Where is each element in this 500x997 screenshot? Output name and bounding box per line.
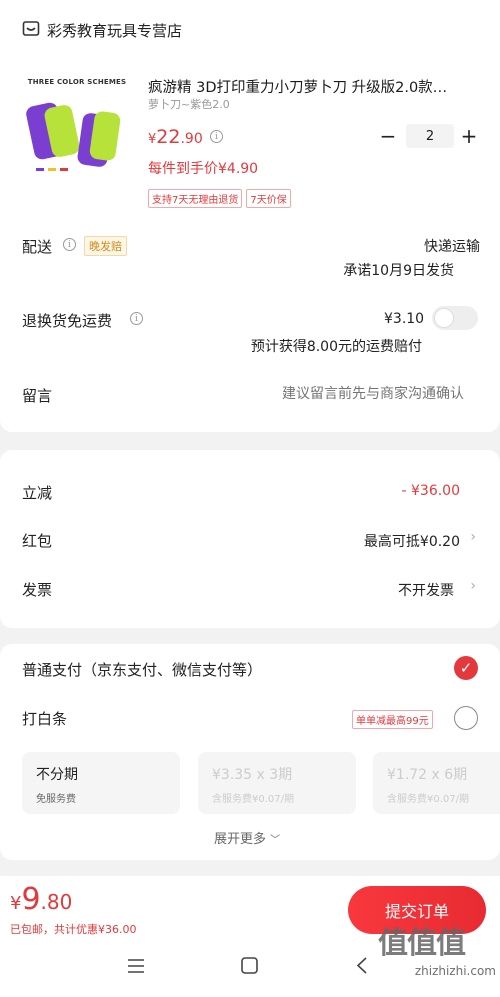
return-shipping-price: ¥3.10 <box>384 311 425 327</box>
product-image[interactable]: THREE COLOR SCHEMES <box>22 72 132 182</box>
expand-more-label: 展开更多 <box>214 832 267 847</box>
quantity-decrease-button[interactable]: − <box>378 124 398 148</box>
service-tag: 支持7天无理由退货 <box>148 189 243 208</box>
installment-sub: 含服务费¥0.07/期 <box>387 794 469 805</box>
normal-payment-label[interactable]: 普通支付（京东支付、微信支付等） <box>22 659 262 680</box>
installment-main: ¥3.35 x 3期 <box>212 767 293 783</box>
watermark-url: zhizhizhi.com <box>414 964 496 978</box>
store-icon <box>22 20 40 38</box>
discount-card: 立减 - ¥36.00 红包 最高可抵¥0.20 › 发票 不开发票 › <box>0 450 500 628</box>
return-shipping-note: 预计获得8.00元的运费赔付 <box>250 339 422 355</box>
checkout-bar: ¥9.80 已包邮，共计优惠¥36.00 提交订单 值值值 zhizhizhi.… <box>0 876 500 997</box>
home-icon[interactable] <box>241 957 258 974</box>
expand-more-button[interactable]: 展开更多 ﹀ <box>214 828 280 847</box>
back-icon[interactable] <box>356 957 368 974</box>
installment-sub: 免服务费 <box>36 794 76 805</box>
unit-price: 每件到手价¥4.90 <box>148 161 259 177</box>
toggle-knob <box>434 308 454 328</box>
delivery-info-icon[interactable]: i <box>63 238 76 251</box>
store-name[interactable]: 彩秀教育玩具专营店 <box>47 20 182 41</box>
redpacket-label: 红包 <box>22 532 53 550</box>
baitiao-label[interactable]: 打白条 <box>22 708 67 729</box>
instant-discount-label: 立减 <box>22 484 53 502</box>
product-title[interactable]: 疯游精 3D打印重力小刀萝卜刀 升级版2.0款… <box>148 76 483 97</box>
invoice-label: 发票 <box>22 581 53 599</box>
delivery-label: 配送 <box>22 238 53 256</box>
quantity-increase-button[interactable]: + <box>459 124 479 148</box>
product-price: ¥22.90 <box>148 126 203 148</box>
redpacket-value[interactable]: 最高可抵¥0.20 <box>364 531 460 551</box>
delivery-method[interactable]: 快递运输 <box>424 236 480 256</box>
installment-option-6[interactable]: ¥1.72 x 6期 含服务费¥0.07/期 <box>373 752 500 814</box>
baitiao-radio[interactable] <box>454 706 478 730</box>
total-summary: 已包邮，共计优惠¥36.00 <box>10 923 137 936</box>
baitiao-promo-badge: 单单减最高99元 <box>352 710 433 729</box>
message-input[interactable] <box>200 381 464 407</box>
return-shipping-info-icon[interactable]: i <box>130 312 143 325</box>
delivery-promise: 承诺10月9日发货 <box>343 263 454 279</box>
product-spec[interactable]: 萝卜刀~紫色2.0 <box>148 96 230 112</box>
service-tag: 7天价保 <box>246 189 291 208</box>
invoice-value[interactable]: 不开发票 <box>398 580 454 600</box>
watermark-logo: 值值值 zhizhizhi.com <box>378 918 496 993</box>
installment-option-3[interactable]: ¥3.35 x 3期 含服务费¥0.07/期 <box>198 752 356 814</box>
product-image-caption: THREE COLOR SCHEMES <box>27 78 127 86</box>
late-compensation-badge: 晚发赔 <box>84 236 127 256</box>
service-tags: 支持7天无理由退货 7天价保 <box>148 189 291 208</box>
return-shipping-label: 退换货免运费 <box>22 312 113 330</box>
installment-main: 不分期 <box>36 767 78 783</box>
price-info-icon[interactable]: i <box>210 130 223 143</box>
chevron-down-icon: ﹀ <box>270 835 281 846</box>
total-price: ¥9.80 <box>10 882 73 917</box>
installment-sub: 含服务费¥0.07/期 <box>212 794 294 805</box>
knife-toy-illustration <box>26 102 121 171</box>
message-label: 留言 <box>22 387 53 405</box>
return-shipping-toggle[interactable] <box>432 306 478 330</box>
payment-card: 普通支付（京东支付、微信支付等） ✓ 打白条 单单减最高99元 不分期 免服务费… <box>0 644 500 860</box>
watermark-text: 值值值 <box>378 926 466 961</box>
instant-discount-value: - ¥36.00 <box>401 483 461 499</box>
invoice-chevron-icon[interactable]: › <box>470 578 476 594</box>
installment-main: ¥1.72 x 6期 <box>387 767 468 783</box>
quantity-input[interactable]: 2 <box>406 124 454 148</box>
installment-option-none[interactable]: 不分期 免服务费 <box>22 752 180 814</box>
menu-icon[interactable] <box>127 958 145 973</box>
order-card: 彩秀教育玩具专营店 THREE COLOR SCHEMES 疯游精 3D打印重力… <box>0 0 500 432</box>
normal-payment-check-icon[interactable]: ✓ <box>454 656 478 680</box>
installment-options: 不分期 免服务费 ¥3.35 x 3期 含服务费¥0.07/期 ¥1.72 x … <box>22 752 500 816</box>
redpacket-chevron-icon[interactable]: › <box>470 529 476 545</box>
